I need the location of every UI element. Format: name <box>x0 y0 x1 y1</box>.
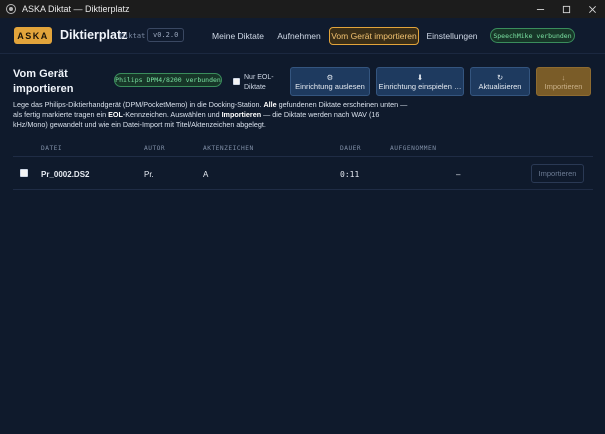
version-badge: v0.2.0 <box>147 28 185 42</box>
download-icon: ⬇ <box>416 72 424 82</box>
read-config-button[interactable]: ⚙ Einrichtung auslesen <box>290 67 370 96</box>
table-row: Pr_0002.DS2 Pr. A 0:11 – Importieren <box>13 158 593 190</box>
row-select-checkbox[interactable] <box>20 169 28 177</box>
page-title: Vom Gerät importieren <box>13 68 74 95</box>
apply-config-label: Einrichtung einspielen … <box>378 81 462 91</box>
eol-only-label: Nur EOL-Diktate <box>244 74 274 91</box>
nav-meine-diktate[interactable]: Meine Diktate <box>210 27 266 45</box>
aska-logo: ASKA <box>14 27 52 44</box>
gear-icon: ⚙ <box>326 72 334 82</box>
window-title: ASKA Diktat — Diktierplatz <box>22 4 130 14</box>
window-titlebar: ASKA Diktat — Diktierplatz <box>0 0 605 18</box>
minimize-icon <box>536 8 544 10</box>
maximize-icon <box>562 5 570 13</box>
column-header-recorded: AUFGENOMMEN <box>390 145 437 152</box>
minimize-button[interactable] <box>527 0 553 18</box>
app-header: ASKA Diktierplatz Diktat v0.2.0 Meine Di… <box>0 18 605 54</box>
nav-aufnehmen[interactable]: Aufnehmen <box>276 27 322 45</box>
speechmike-status-badge: SpeechMike verbunden <box>490 28 575 43</box>
app-title: Diktierplatz <box>60 28 128 42</box>
import-all-button[interactable]: ↓ Importieren <box>536 67 591 96</box>
refresh-button[interactable]: ↻ Aktualisieren <box>470 67 530 96</box>
table-header: DATEI AUTOR AKTENZEICHEN DAUER AUFGENOMM… <box>13 142 593 157</box>
arrow-down-icon: ↓ <box>561 72 566 82</box>
row-import-button[interactable]: Importieren <box>531 164 584 183</box>
window-controls <box>527 0 605 18</box>
column-header-duration: DAUER <box>340 145 362 152</box>
row-file: Pr_0002.DS2 <box>41 170 90 179</box>
row-author: Pr. <box>144 170 154 179</box>
close-icon <box>588 5 596 13</box>
column-header-author: AUTOR <box>144 145 166 152</box>
row-recorded: – <box>456 170 461 179</box>
refresh-label: Aktualisieren <box>478 81 522 91</box>
column-header-file: DATEI <box>41 145 63 152</box>
column-header-reference: AKTENZEICHEN <box>203 145 254 152</box>
import-all-label: Importieren <box>544 81 583 91</box>
app-icon <box>6 4 16 14</box>
app-subtitle: Diktat <box>120 32 146 40</box>
refresh-icon: ↻ <box>496 72 504 82</box>
row-duration: 0:11 <box>340 170 360 179</box>
maximize-button[interactable] <box>553 0 579 18</box>
nav-einstellungen[interactable]: Einstellungen <box>426 27 477 45</box>
apply-config-button[interactable]: ⬇ Einrichtung einspielen … <box>376 67 464 96</box>
nav-vom-geraet-importieren[interactable]: Vom Gerät importieren <box>329 27 419 45</box>
row-reference: A <box>203 170 209 179</box>
read-config-label: Einrichtung auslesen <box>295 81 365 91</box>
instructions-text: Lege das Philips-Diktierhandgerät (DPM/P… <box>13 100 408 129</box>
close-button[interactable] <box>579 0 605 18</box>
eol-only-checkbox[interactable] <box>233 78 240 85</box>
device-status-badge: Philips DPM4/8200 verbunden <box>114 73 222 87</box>
